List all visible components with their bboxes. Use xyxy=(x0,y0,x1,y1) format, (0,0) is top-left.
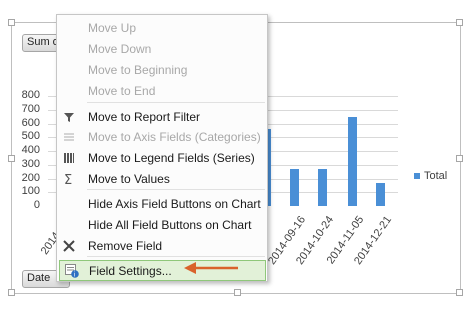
legend-label: Total xyxy=(424,170,448,182)
menu-item-label: Hide All Field Buttons on Chart xyxy=(88,217,252,232)
menu-item-label: Move to Values xyxy=(88,171,170,186)
menu-separator xyxy=(87,102,265,103)
menu-item-move-to-beginning: Move to Beginning xyxy=(57,59,267,80)
y-tick-label: 0 xyxy=(33,199,40,211)
menu-item-move-to-report-filter[interactable]: Move to Report Filter xyxy=(57,106,267,127)
menu-icon-slot xyxy=(57,38,81,59)
y-tick-label: 500 xyxy=(21,130,40,143)
menu-icon-slot xyxy=(57,17,81,38)
menu-icon-slot xyxy=(57,193,81,214)
menu-icon-slot xyxy=(57,214,81,235)
y-tick-label: 600 xyxy=(21,116,40,129)
menu-item-label: Field Settings... xyxy=(89,263,172,278)
menu-item-label: Move Up xyxy=(88,20,137,35)
y-tick-label: 100 xyxy=(21,185,40,198)
resize-handle-right-middle[interactable] xyxy=(456,155,463,162)
menu-item-label: Remove Field xyxy=(88,238,163,253)
menu-item-label: Hide Axis Field Buttons on Chart xyxy=(88,196,261,211)
menu-item-remove-field[interactable]: Remove Field xyxy=(57,235,267,256)
menu-item-label: Move to Beginning xyxy=(88,62,188,77)
menu-item-move-to-axis-fields-categories: Move to Axis Fields (Categories) xyxy=(57,126,267,147)
filter-icon xyxy=(57,106,81,127)
menu-icon-slot xyxy=(57,59,81,80)
resize-handle-bottom-middle[interactable] xyxy=(234,289,241,296)
bar-2014-09-16[interactable] xyxy=(290,168,299,206)
menu-item-move-down: Move Down xyxy=(57,38,267,59)
resize-handle-top-right[interactable] xyxy=(456,19,463,26)
menu-item-move-to-legend-fields-series[interactable]: Move to Legend Fields (Series) xyxy=(57,147,267,168)
y-tick-label: 400 xyxy=(21,144,40,156)
y-tick-label: 200 xyxy=(21,171,40,184)
menu-item-label: Move Down xyxy=(88,41,152,56)
bar-2014-12-21[interactable] xyxy=(376,182,385,206)
menu-separator xyxy=(87,256,265,257)
menu-item-hide-axis-field-buttons-on-chart[interactable]: Hide Axis Field Buttons on Chart xyxy=(57,193,267,214)
bar-2014-11-05[interactable] xyxy=(348,116,357,206)
menu-separator xyxy=(87,189,265,190)
svg-text:i: i xyxy=(74,270,76,277)
legend-fields-icon xyxy=(57,147,81,168)
remove-x-icon xyxy=(57,235,81,256)
menu-icon-slot xyxy=(57,80,81,101)
menu-item-move-to-values[interactable]: Σ Move to Values xyxy=(57,168,267,189)
menu-item-label: Move to Legend Fields (Series) xyxy=(88,150,255,165)
axis-fields-icon xyxy=(57,126,81,147)
menu-item-move-up: Move Up xyxy=(57,17,267,38)
field-context-menu: Move Up Move Down Move to Beginning Move to… xyxy=(56,14,268,282)
y-tick-label: 700 xyxy=(21,102,40,115)
menu-item-move-to-end: Move to End xyxy=(57,80,267,101)
field-settings-icon: i xyxy=(60,260,84,281)
svg-text:Σ: Σ xyxy=(64,173,72,185)
menu-item-label: Move to Axis Fields (Categories) xyxy=(88,129,261,144)
annotation-arrow xyxy=(184,262,238,274)
menu-item-hide-all-field-buttons-on-chart[interactable]: Hide All Field Buttons on Chart xyxy=(57,214,267,235)
y-tick-label: 300 xyxy=(21,157,40,170)
resize-handle-bottom-right[interactable] xyxy=(456,289,463,296)
sigma-icon: Σ xyxy=(57,168,81,189)
resize-handle-top-left[interactable] xyxy=(8,19,15,26)
legend-swatch xyxy=(414,173,420,179)
y-tick-label: 800 xyxy=(21,89,40,101)
resize-handle-bottom-left[interactable] xyxy=(8,289,15,296)
menu-item-label: Move to End xyxy=(88,83,156,98)
legend[interactable]: Total xyxy=(414,170,447,182)
bar-2014-10-24[interactable] xyxy=(318,168,327,206)
menu-item-label: Move to Report Filter xyxy=(88,109,201,124)
